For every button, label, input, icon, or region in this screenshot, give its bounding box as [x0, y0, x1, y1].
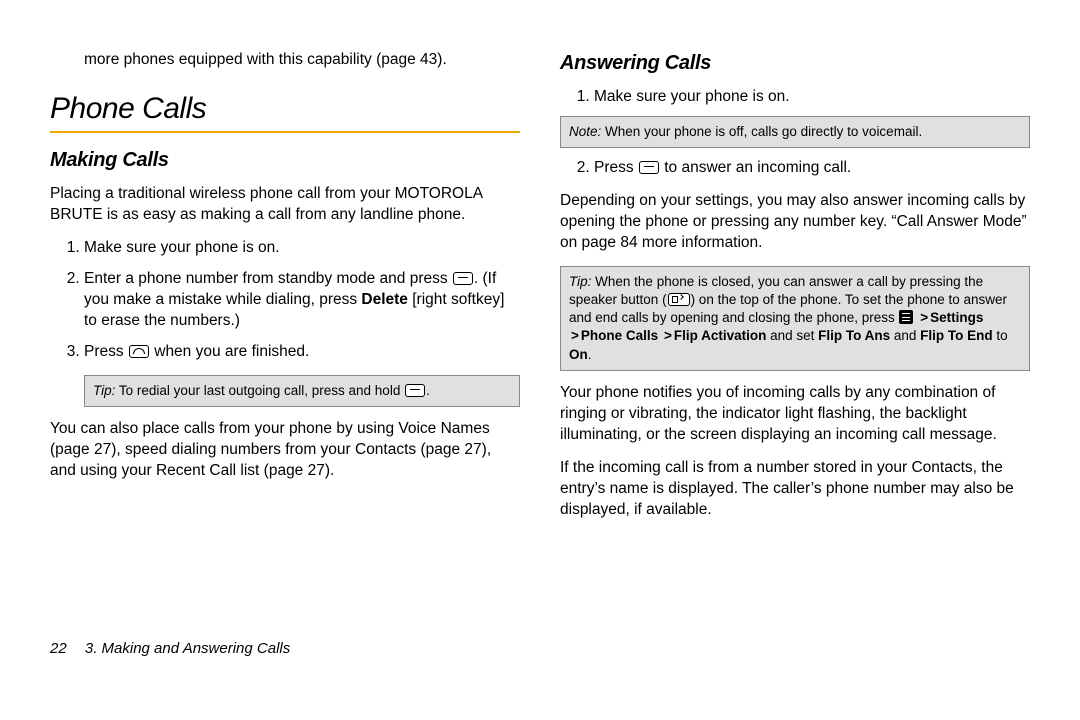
tip-flip-activation: Tip: When the phone is closed, you can a…	[560, 266, 1030, 371]
call-key-icon	[639, 161, 659, 174]
chevron-right-icon: >	[918, 310, 930, 325]
making-calls-more: You can also place calls from your phone…	[50, 419, 520, 482]
answer-settings-para: Depending on your settings, you may also…	[560, 191, 1030, 254]
heading-rule	[50, 131, 520, 133]
step-3: Press when you are finished.	[84, 342, 520, 363]
step-1: Make sure your phone is on.	[84, 238, 520, 259]
delete-label: Delete	[361, 291, 408, 308]
heading-phone-calls: Phone Calls	[50, 89, 520, 130]
ans-step-2: Press to answer an incoming call.	[594, 158, 1030, 179]
menu-key-icon	[899, 310, 913, 324]
page-number: 22	[50, 640, 67, 657]
chevron-right-icon: >	[569, 328, 581, 343]
speaker-button-icon	[668, 293, 690, 306]
contacts-para: If the incoming call is from a number st…	[560, 458, 1030, 521]
step-2: Enter a phone number from standby mode a…	[84, 269, 520, 332]
note-voicemail: Note: When your phone is off, calls go d…	[560, 116, 1030, 148]
tip-redial: Tip: To redial your last outgoing call, …	[84, 375, 520, 407]
page-footer: 22 3. Making and Answering Calls	[0, 640, 1080, 657]
answering-calls-steps: Make sure your phone is on. Note: When y…	[560, 87, 1030, 179]
call-key-icon	[453, 272, 473, 285]
making-calls-intro: Placing a traditional wireless phone cal…	[50, 184, 520, 226]
tip-label: Tip:	[569, 274, 591, 289]
subheading-making-calls: Making Calls	[50, 147, 520, 174]
left-column: more phones equipped with this capabilit…	[50, 50, 520, 620]
right-column: Answering Calls Make sure your phone is …	[560, 50, 1030, 620]
tip-label: Tip:	[93, 383, 115, 398]
note-label: Note:	[569, 124, 601, 139]
end-key-icon	[129, 345, 149, 358]
call-key-icon	[405, 384, 425, 397]
ans-step-1: Make sure your phone is on. Note: When y…	[594, 87, 1030, 148]
subheading-answering-calls: Answering Calls	[560, 50, 1030, 77]
chevron-right-icon: >	[662, 328, 674, 343]
chapter-title: 3. Making and Answering Calls	[85, 640, 290, 657]
continued-text: more phones equipped with this capabilit…	[84, 50, 520, 71]
making-calls-steps: Make sure your phone is on. Enter a phon…	[50, 238, 520, 363]
notify-para: Your phone notifies you of incoming call…	[560, 383, 1030, 446]
